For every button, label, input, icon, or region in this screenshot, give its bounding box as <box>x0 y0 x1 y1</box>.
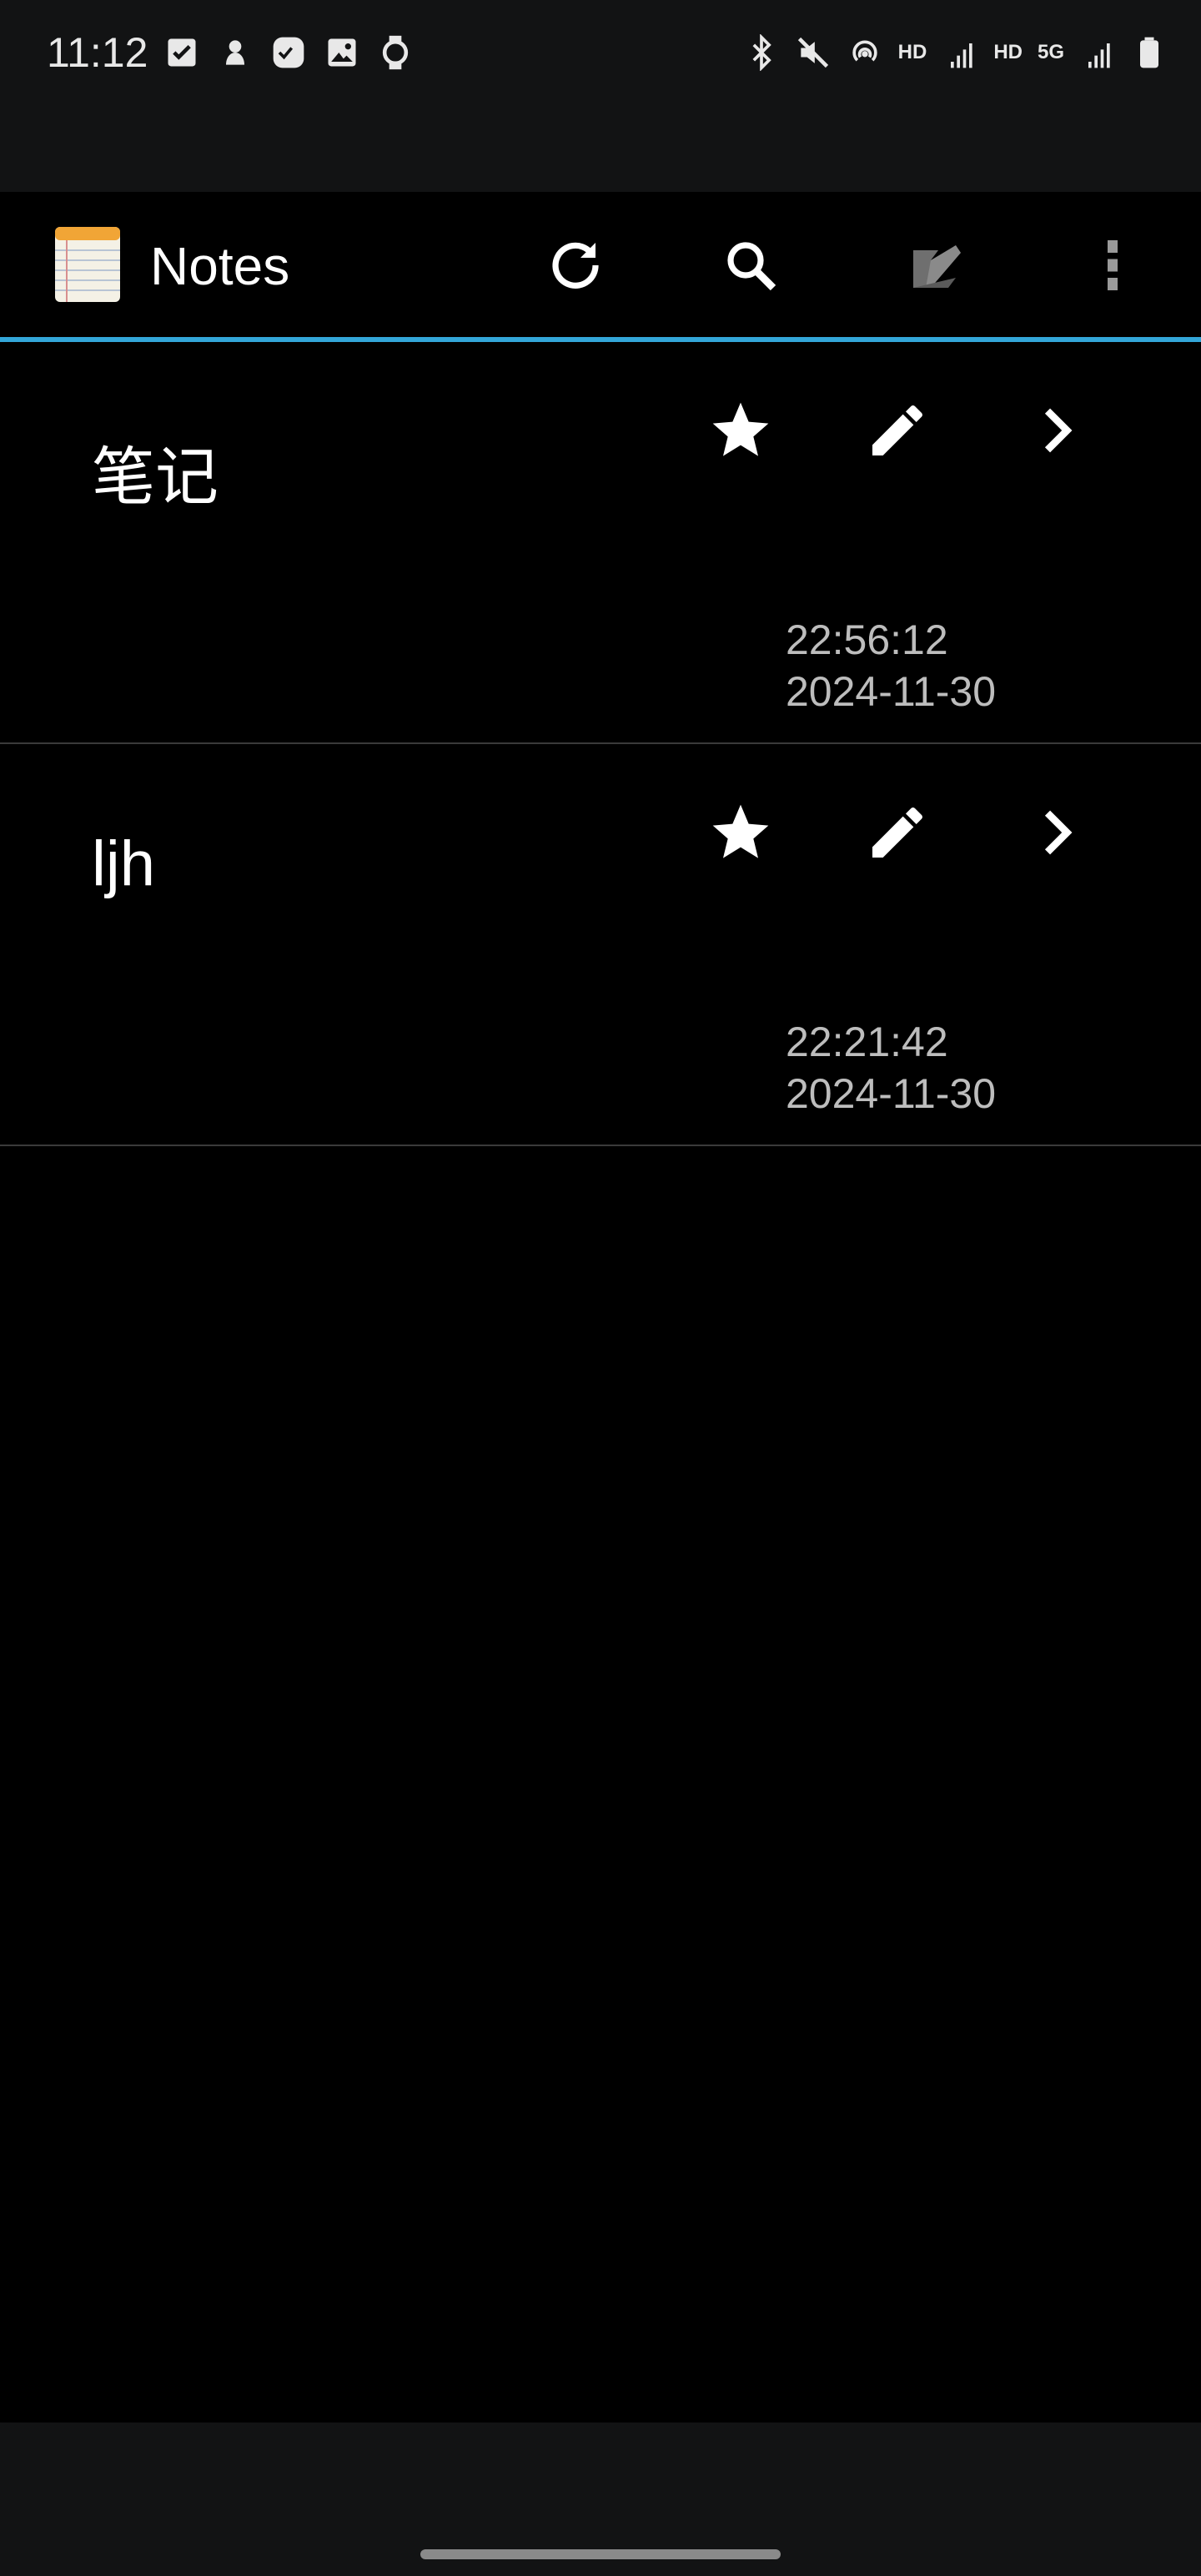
task-app-icon <box>270 32 307 73</box>
note-timestamp: 22:56:12 2024-11-30 <box>786 614 996 717</box>
notes-logo-icon <box>53 222 122 304</box>
more-options-button[interactable] <box>1073 225 1153 305</box>
edit-button[interactable] <box>857 792 937 873</box>
image-icon <box>324 32 360 73</box>
star-icon <box>712 402 769 456</box>
note-date: 2024-11-30 <box>786 668 997 715</box>
new-note-icon <box>913 245 961 288</box>
pencil-icon <box>872 405 922 455</box>
more-vert-icon <box>1108 240 1118 290</box>
status-right-icons: HD HD 5G <box>743 32 1168 73</box>
app-bar: Notes <box>0 192 1201 342</box>
battery-icon <box>1131 32 1168 73</box>
pencil-icon <box>872 808 922 858</box>
net-5g-label: 5G <box>1037 41 1064 63</box>
note-title: 笔记 <box>92 442 219 513</box>
favorite-button[interactable] <box>701 792 781 873</box>
home-gesture-handle[interactable] <box>420 2549 781 2559</box>
watch-icon <box>377 32 414 73</box>
note-list-item[interactable]: 笔记 22:56:12 2024-11-30 <box>0 342 1201 744</box>
signal-5g-data-icon <box>1079 32 1116 73</box>
app-title: Notes <box>150 236 290 296</box>
hd-label-2: HD <box>993 41 1023 63</box>
note-time: 22:56:12 <box>786 616 948 663</box>
chevron-right-icon <box>1044 810 1073 855</box>
status-bar: 11:12 HD HD 5G <box>0 0 1201 194</box>
note-list-item[interactable]: ljh 22:21:42 2024-11-30 <box>0 744 1201 1146</box>
open-note-button[interactable] <box>1016 390 1096 470</box>
edit-button[interactable] <box>857 390 937 470</box>
status-time: 11:12 <box>47 29 148 76</box>
note-timestamp: 22:21:42 2024-11-30 <box>786 1016 996 1119</box>
android-bug-icon <box>217 32 254 73</box>
status-left-icons <box>163 32 414 73</box>
search-button[interactable] <box>711 225 791 305</box>
star-icon <box>712 804 769 858</box>
signal-5g-icon <box>942 32 978 73</box>
favorite-button[interactable] <box>701 390 781 470</box>
checkbox-icon <box>163 32 200 73</box>
open-note-button[interactable] <box>1016 792 1096 873</box>
navigation-bar <box>0 2423 1201 2576</box>
hd-label: HD <box>897 41 927 63</box>
search-icon <box>727 242 776 291</box>
refresh-icon <box>552 242 599 289</box>
bluetooth-icon <box>743 32 780 73</box>
chevron-right-icon <box>1044 408 1073 453</box>
mute-icon <box>795 32 832 73</box>
refresh-button[interactable] <box>535 225 616 305</box>
note-title: ljh <box>92 828 156 899</box>
hotspot-icon <box>847 32 883 73</box>
note-date: 2024-11-30 <box>786 1070 997 1117</box>
new-note-button[interactable] <box>896 225 976 305</box>
note-time: 22:21:42 <box>786 1019 948 1065</box>
